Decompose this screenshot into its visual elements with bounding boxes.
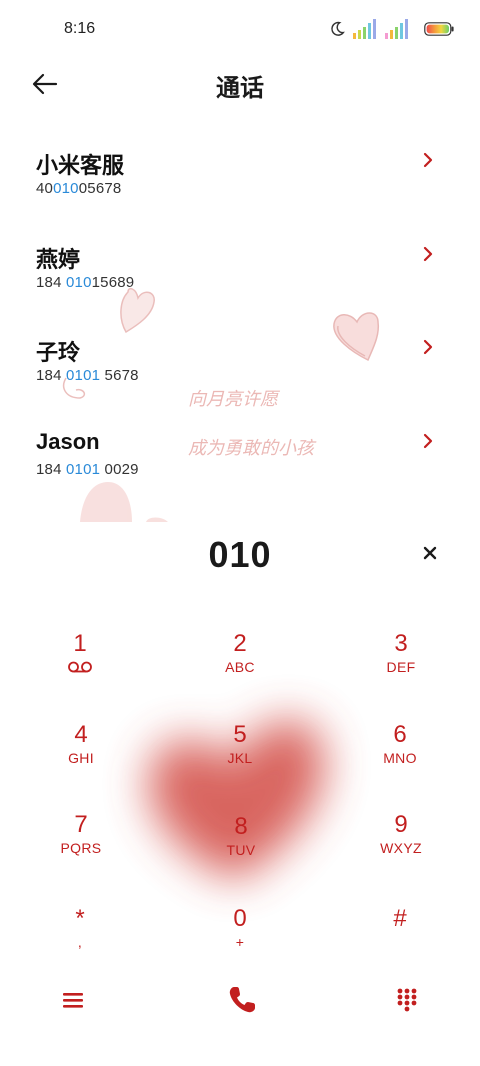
menu-icon[interactable] (60, 988, 86, 1012)
dialed-number: 010 (208, 534, 272, 575)
key-5[interactable]: 5 JKL (180, 721, 300, 801)
list-item[interactable]: Jason 184 0101 0029 (0, 421, 480, 515)
key-hash[interactable]: # (340, 905, 460, 985)
signal-icon (385, 19, 408, 39)
key-2[interactable]: 2 ABC (180, 630, 300, 710)
contact-name: Jason (36, 428, 100, 454)
contact-name: 燕婷 (36, 246, 81, 272)
signal-icon (353, 19, 376, 39)
dialer-screen: 向月亮许愿 成为勇敢的小孩 8:16 通话 小米客服 4001005678 燕婷… (0, 0, 480, 1066)
chevron-right-icon[interactable] (422, 339, 434, 355)
key-7[interactable]: 7 PQRS (21, 811, 141, 891)
battery-icon (424, 22, 454, 36)
chevron-right-icon[interactable] (422, 246, 434, 262)
clear-icon[interactable] (420, 543, 440, 563)
dialpad-icon[interactable] (394, 986, 420, 1012)
page-title: 通话 (216, 75, 264, 102)
match-highlight: 0101 (66, 460, 101, 478)
chevron-right-icon[interactable] (422, 152, 434, 168)
contact-number: 4001005678 (36, 180, 122, 197)
key-star[interactable]: * , (20, 905, 140, 985)
list-item[interactable]: 燕婷 184 01015689 (0, 234, 480, 328)
key-1[interactable]: 1 (20, 630, 140, 710)
list-item[interactable]: 子玲 184 0101 5678 (0, 327, 480, 421)
chevron-right-icon[interactable] (422, 433, 434, 449)
bottom-action-bar (0, 980, 480, 1030)
header: 通话 (0, 62, 480, 106)
search-results-list: 小米客服 4001005678 燕婷 184 01015689 子玲 184 0… (0, 140, 480, 514)
contact-number: 184 01015689 (36, 273, 135, 291)
status-bar: 8:16 (0, 0, 480, 62)
dial-input: 010 (0, 532, 480, 580)
key-6[interactable]: 6 MNO (340, 721, 460, 801)
contact-name: 子玲 (36, 340, 81, 365)
key-0[interactable]: 0 + (180, 905, 300, 985)
key-3[interactable]: 3 DEF (341, 630, 461, 710)
key-9[interactable]: 9 WXYZ (341, 811, 461, 891)
contact-number: 184 0101 5678 (36, 367, 139, 384)
voicemail-icon (68, 661, 92, 673)
match-highlight: 0101 (66, 367, 101, 384)
status-time: 8:16 (64, 20, 96, 37)
match-highlight: 010 (53, 180, 79, 197)
contact-name: 小米客服 (36, 153, 125, 178)
contact-number: 184 0101 0029 (36, 460, 139, 478)
key-4[interactable]: 4 GHI (21, 721, 141, 801)
match-highlight: 010 (66, 273, 92, 291)
list-item[interactable]: 小米客服 4001005678 (0, 140, 480, 234)
phone-icon[interactable] (226, 984, 258, 1016)
status-icons (328, 18, 454, 40)
moon-icon (331, 21, 345, 36)
key-8[interactable]: 8 TUV (181, 813, 301, 893)
